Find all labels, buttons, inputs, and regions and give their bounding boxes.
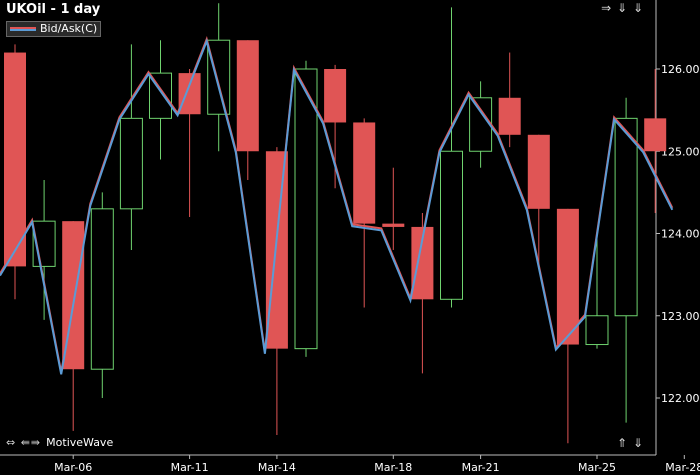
y-tick-label: 126.00 (661, 63, 700, 76)
x-tick-label: Mar-21 (462, 461, 500, 474)
x-tick-label: Mar-14 (258, 461, 296, 474)
candle-up (440, 150, 463, 300)
pan-horizontal-icon[interactable]: ⇔ (6, 436, 16, 449)
candle-down (324, 69, 347, 123)
x-tick-label: Mar-28 (665, 461, 700, 474)
scroll-down-icon[interactable]: ⇓ (617, 1, 628, 15)
candle-up (585, 315, 609, 346)
legend-swatch (10, 27, 36, 31)
candle-down (498, 97, 521, 135)
candle-up (294, 68, 318, 350)
x-tick-label: Mar-06 (54, 461, 92, 474)
candle-down (353, 122, 376, 224)
scroll-down-alt-icon[interactable]: ⇓ (633, 1, 644, 15)
chart-canvas[interactable]: 122.00 123.00 124.00 125.00 126.00 Mar-06 Mar-… (0, 0, 700, 475)
candle-down (527, 134, 550, 209)
x-tick-label: Mar-11 (171, 461, 209, 474)
brand-area: ⇔ ⇚⇛ MotiveWave (6, 436, 113, 449)
bottom-nav: ⇑ ⇓ (617, 436, 644, 450)
legend-label: Bid/Ask(C) (40, 22, 98, 35)
y-tick-label: 124.00 (661, 228, 700, 241)
x-tick-label: Mar-25 (578, 461, 616, 474)
candle-down (178, 73, 201, 115)
scroll-right-icon[interactable]: ⇒ (601, 1, 612, 15)
candle-up (614, 117, 638, 317)
y-tick-label: 125.00 (661, 145, 700, 158)
candle-down (382, 223, 405, 227)
candle-up (469, 97, 493, 152)
candle-down (644, 118, 667, 152)
brand-label: MotiveWave (46, 436, 114, 449)
y-tick-label: 122.00 (661, 392, 700, 405)
candle-up (207, 39, 231, 115)
zoom-horizontal-icon[interactable]: ⇚⇛ (21, 436, 41, 449)
top-nav: ⇒ ⇓ ⇓ (601, 1, 644, 15)
x-tick-label: Mar-18 (374, 461, 412, 474)
scroll-down-bottom-icon[interactable]: ⇓ (633, 436, 644, 450)
candle-up (119, 117, 143, 210)
y-tick-label: 123.00 (661, 310, 700, 323)
chart-title: UKOil - 1 day (6, 2, 101, 17)
scroll-up-icon[interactable]: ⇑ (617, 436, 628, 450)
candle-down (236, 40, 259, 152)
legend[interactable]: Bid/Ask(C) (6, 21, 102, 37)
pan-arrows: ⇔ ⇚⇛ (6, 436, 41, 449)
candle-up (90, 208, 114, 370)
